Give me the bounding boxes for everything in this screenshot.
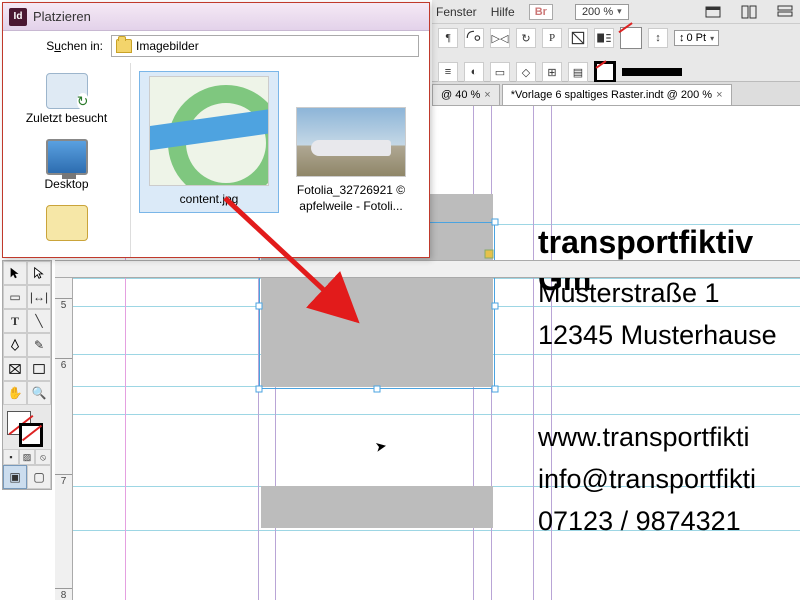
recent-icon — [46, 73, 88, 109]
workspace-icon[interactable] — [774, 3, 796, 21]
effects-icon[interactable] — [568, 28, 588, 48]
wrap-right-icon[interactable]: ▤ — [568, 62, 588, 82]
file-item[interactable]: content.jpg — [139, 71, 279, 213]
pathfinder-icon[interactable]: ◐ — [464, 62, 484, 82]
align-icon[interactable]: ≡ — [438, 62, 458, 82]
file-list: content.jpg Fotolia_32726921 © apfelweil… — [131, 63, 429, 257]
tab-label: *Vorlage 6 spaltiges Raster.indt @ 200 % — [511, 89, 712, 101]
arrange-docs-icon[interactable] — [738, 3, 760, 21]
preview-mode[interactable]: ▢ — [27, 465, 51, 489]
page-tool[interactable]: ▭ — [3, 285, 27, 309]
dialog-title: Platzieren — [33, 9, 91, 24]
mouse-cursor: ➤ — [374, 437, 389, 456]
web-line: www.transportfikti — [538, 422, 750, 453]
file-name: content.jpg — [144, 192, 274, 208]
fill-stroke-swatch[interactable] — [3, 409, 51, 449]
ruler-horizontal — [55, 260, 800, 278]
desktop-icon — [46, 139, 88, 175]
file-item[interactable]: Fotolia_32726921 © apfelweile - Fotoli..… — [291, 107, 411, 214]
gap-icon[interactable]: ↕ — [648, 28, 668, 48]
content-grabber[interactable] — [485, 250, 494, 259]
folder-name: Imagebilder — [136, 39, 199, 53]
rotate-icon[interactable]: ↻ — [516, 28, 536, 48]
stroke-weight-field[interactable]: ↕0 Pt — [674, 30, 719, 46]
bridge-button[interactable]: Br — [529, 4, 553, 20]
corner-options-icon[interactable] — [464, 28, 484, 48]
tab-label: @ 40 % — [441, 89, 480, 101]
place-folder[interactable] — [42, 201, 92, 245]
distribute-icon[interactable]: ⊞ — [542, 62, 562, 82]
gap-tool[interactable]: |↔| — [27, 285, 51, 309]
thumbnail-plane — [296, 107, 406, 177]
normal-view-mode[interactable]: ▣ — [3, 465, 27, 489]
zoom-level-dropdown[interactable]: 200 % — [575, 4, 629, 20]
phone-line: 07123 / 9874321 — [538, 506, 741, 537]
place-recent[interactable]: Zuletzt besucht — [22, 69, 111, 129]
screen-mode-icon[interactable] — [702, 3, 724, 21]
close-icon[interactable]: × — [716, 89, 722, 101]
menu-hilfe[interactable]: Hilfe — [491, 5, 515, 19]
dialog-titlebar[interactable]: Id Platzieren — [3, 3, 429, 31]
menu-fenster[interactable]: Fenster — [436, 5, 477, 19]
thumbnail-map — [149, 76, 269, 186]
pencil-tool[interactable]: ✎ — [27, 333, 51, 357]
place-dialog: Id Platzieren Suchen in: Imagebilder Zul… — [2, 2, 430, 258]
stroke-color[interactable] — [19, 423, 43, 447]
folder-icon — [46, 205, 88, 241]
path-type-icon[interactable]: P — [542, 28, 562, 48]
control-bar: ¶ ▷◁ ↻ P ↕ ↕0 Pt ≡ ◐ ▭ ◇ ⊞ ▤ — [432, 24, 800, 82]
rectangle-frame-tool[interactable] — [3, 357, 27, 381]
document-tab[interactable]: *Vorlage 6 spaltiges Raster.indt @ 200 %… — [502, 84, 732, 105]
flip-h-icon[interactable]: ▷◁ — [490, 28, 510, 48]
email-line: info@transportfikti — [538, 464, 756, 495]
fill-swatch[interactable] — [620, 27, 642, 49]
menu-bar: Fenster Hilfe Br 200 % — [432, 0, 800, 24]
city-line: 12345 Musterhause — [538, 320, 777, 351]
place-label: Desktop — [44, 177, 88, 191]
folder-icon — [116, 39, 132, 53]
toolbox: ▭ |↔| T ╲ ✎ ✋ 🔍 ▪ ▨ ⦸ ▣ ▢ — [2, 260, 52, 490]
place-label: Zuletzt besucht — [26, 111, 107, 125]
selection-tool[interactable] — [3, 261, 27, 285]
places-sidebar: Zuletzt besucht Desktop — [3, 63, 131, 257]
image-frame[interactable] — [261, 486, 493, 528]
char-style-icon[interactable]: ¶ — [438, 28, 458, 48]
stroke-style-dropdown[interactable] — [622, 68, 682, 76]
street-line: Musterstraße 1 — [538, 278, 720, 309]
convert-icon[interactable]: ◇ — [516, 62, 536, 82]
stroke-swatch[interactable] — [594, 61, 616, 83]
indesign-icon: Id — [9, 8, 27, 26]
hand-tool[interactable]: ✋ — [3, 381, 27, 405]
place-desktop[interactable]: Desktop — [40, 135, 92, 195]
apply-color[interactable]: ▪ — [3, 449, 19, 465]
rectangle-tool[interactable] — [27, 357, 51, 381]
document-tab[interactable]: @ 40 % × — [432, 84, 500, 105]
line-tool[interactable]: ╲ — [27, 309, 51, 333]
apply-none[interactable]: ⦸ — [35, 449, 51, 465]
file-name: Fotolia_32726921 © apfelweile - Fotoli..… — [291, 183, 411, 214]
close-icon[interactable]: × — [484, 89, 490, 101]
apply-gradient[interactable]: ▨ — [19, 449, 35, 465]
search-in-label: Suchen in: — [13, 39, 103, 53]
ruler-vertical: 5 6 7 8 — [55, 278, 73, 600]
document-tabs: @ 40 % × *Vorlage 6 spaltiges Raster.ind… — [432, 82, 800, 106]
textwrap-icon[interactable] — [594, 28, 614, 48]
zoom-tool[interactable]: 🔍 — [27, 381, 51, 405]
shape-icon[interactable]: ▭ — [490, 62, 510, 82]
type-tool[interactable]: T — [3, 309, 27, 333]
folder-dropdown[interactable]: Imagebilder — [111, 35, 419, 57]
direct-selection-tool[interactable] — [27, 261, 51, 285]
pen-tool[interactable] — [3, 333, 27, 357]
